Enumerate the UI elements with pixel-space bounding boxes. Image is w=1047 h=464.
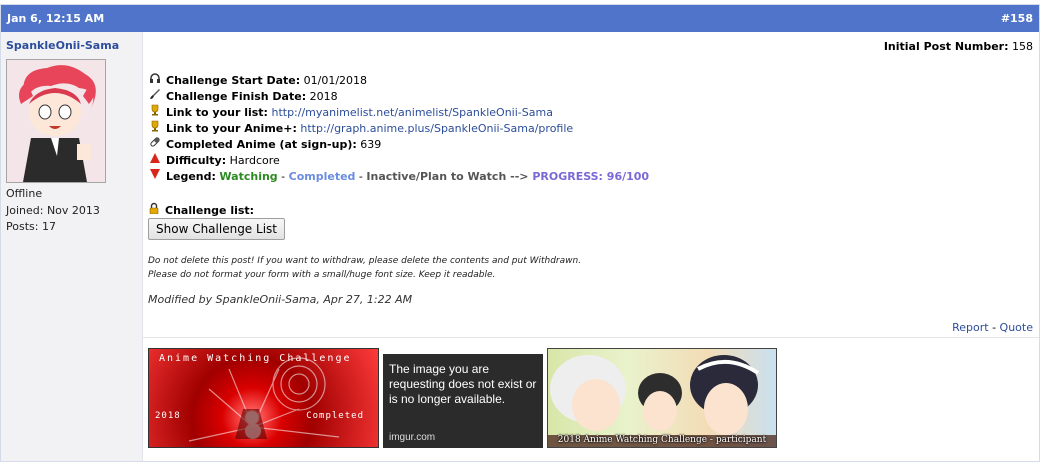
missing-image-source: imgur.com xyxy=(389,432,436,443)
missing-image-placeholder: The image you are requesting does not ex… xyxy=(383,354,543,448)
completed-challenge-banner: Anime Watching Challenge 2018 Completed xyxy=(148,348,379,448)
legend-arrow: --> xyxy=(506,170,533,183)
post-body: Initial Post Number: 158 Challenge Start… xyxy=(143,32,1039,461)
trophy-icon xyxy=(148,104,162,121)
avatar[interactable] xyxy=(6,59,106,183)
legend-dash: - xyxy=(355,170,367,183)
difficulty-label: Difficulty: xyxy=(166,154,227,167)
post-actions: Report - Quote xyxy=(952,321,1033,334)
start-date-value: 01/01/2018 xyxy=(303,74,368,87)
legend-inactive: Inactive/Plan to Watch xyxy=(366,170,507,183)
modified-info: Modified by SpankleOnii-Sama, Apr 27, 1:… xyxy=(148,293,413,306)
legend-watching: Watching xyxy=(219,170,278,183)
show-challenge-list-button[interactable]: Show Challenge List xyxy=(148,218,285,240)
banner-status: Completed xyxy=(306,411,364,421)
initial-post-number: Initial Post Number: 158 xyxy=(884,40,1033,53)
participant-caption: 2018 Anime Watching Challenge - particip… xyxy=(557,435,767,445)
banner-year: 2018 xyxy=(155,411,181,421)
report-link[interactable]: Report xyxy=(952,321,988,334)
start-date-label: Challenge Start Date: xyxy=(166,74,301,87)
paintbrush-icon xyxy=(148,88,162,105)
legend-progress: PROGRESS: 96/100 xyxy=(532,170,650,183)
legend-label: Legend: xyxy=(166,170,216,183)
finish-date-label: Challenge Finish Date: xyxy=(166,90,307,103)
animeplus-link-row: Link to your Anime+: http://graph.anime.… xyxy=(148,120,649,136)
signature-divider xyxy=(143,337,1039,338)
difficulty-value: Hardcore xyxy=(229,154,280,167)
participant-banner: 2018 Anime Watching Challenge - particip… xyxy=(547,348,777,448)
up-triangle-icon xyxy=(148,152,162,169)
missing-image-message: The image you are requesting does not ex… xyxy=(389,362,537,406)
list-link[interactable]: http://myanimelist.net/animelist/Spankle… xyxy=(271,106,552,119)
user-status: Offline xyxy=(6,187,43,200)
start-date-row: Challenge Start Date: 01/01/2018 xyxy=(148,72,649,88)
finish-date-value: 2018 xyxy=(309,90,338,103)
challenge-list-label: Challenge list: xyxy=(165,204,255,217)
user-sidebar: SpankleOnii-Sama Offline Joined: Nov 201… xyxy=(1,32,143,461)
user-posts: Posts: 17 xyxy=(6,220,56,233)
down-triangle-icon xyxy=(148,168,162,185)
completed-value: 639 xyxy=(360,138,382,151)
post-number-link[interactable]: #158 xyxy=(1001,12,1033,25)
list-link-label: Link to your list: xyxy=(166,106,268,119)
username-link[interactable]: SpankleOnii-Sama xyxy=(6,39,119,52)
initial-post-label: Initial Post Number: xyxy=(883,40,1009,53)
animeplus-link-label: Link to your Anime+: xyxy=(166,122,297,135)
completed-row: Completed Anime (at sign-up): 639 xyxy=(148,136,649,152)
completed-label: Completed Anime (at sign-up): xyxy=(166,138,357,151)
actions-separator: - xyxy=(988,321,1000,334)
quote-link[interactable]: Quote xyxy=(1000,321,1033,334)
note-line-2: Please do not format your form with a sm… xyxy=(148,270,496,280)
pill-icon xyxy=(148,136,162,153)
legend-completed: Completed xyxy=(288,170,356,183)
trophy-icon xyxy=(148,120,162,137)
legend-row: Legend: Watching - Completed - Inactive/… xyxy=(148,168,649,184)
note-line-1: Do not delete this post! If you want to … xyxy=(148,256,582,266)
user-joined: Joined: Nov 2013 xyxy=(6,204,100,217)
challenge-list-heading: Challenge list: xyxy=(148,202,254,217)
list-link-row: Link to your list: http://myanimelist.ne… xyxy=(148,104,649,120)
forum-post: Jan 6, 12:15 AM #158 SpankleOnii-Sama Of… xyxy=(0,4,1040,462)
banner-title: Anime Watching Challenge xyxy=(159,353,352,364)
post-header: Jan 6, 12:15 AM #158 xyxy=(1,5,1039,32)
headphones-icon xyxy=(148,72,162,89)
challenge-info: Challenge Start Date: 01/01/2018 Challen… xyxy=(148,72,649,184)
animeplus-link[interactable]: http://graph.anime.plus/SpankleOnii-Sama… xyxy=(300,122,573,135)
lock-icon xyxy=(148,202,162,217)
initial-post-value: 158 xyxy=(1012,40,1033,53)
difficulty-row: Difficulty: Hardcore xyxy=(148,152,649,168)
finish-date-row: Challenge Finish Date: 2018 xyxy=(148,88,649,104)
post-date: Jan 6, 12:15 AM xyxy=(7,12,105,25)
legend-dash: - xyxy=(277,170,289,183)
